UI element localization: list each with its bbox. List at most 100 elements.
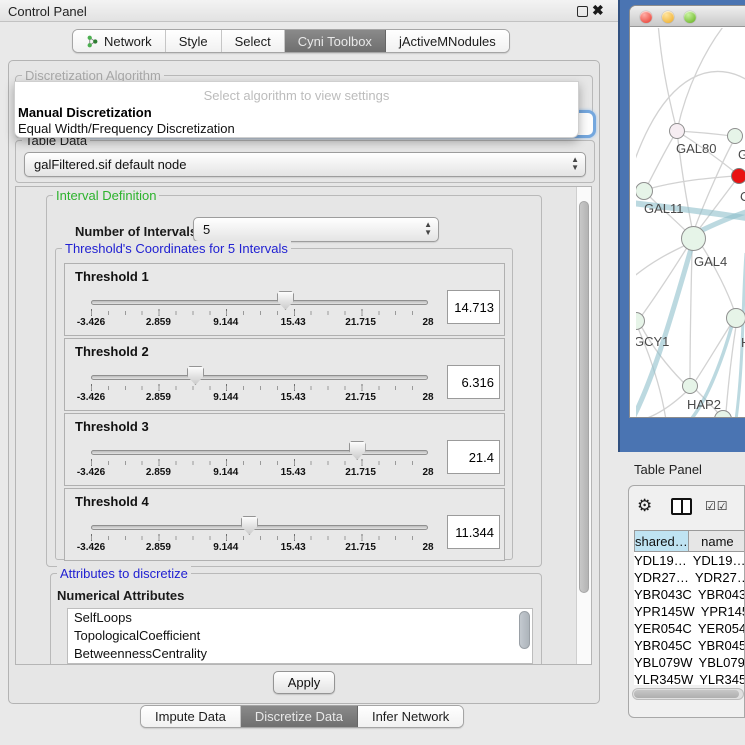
zoom-traffic-light[interactable] bbox=[684, 11, 696, 23]
node-hap2[interactable] bbox=[682, 378, 698, 394]
panel-title: Control Panel bbox=[8, 4, 87, 19]
tab-cyni-toolbox[interactable]: Cyni Toolbox bbox=[285, 30, 386, 52]
tab-infer-network[interactable]: Infer Network bbox=[358, 706, 463, 727]
checkbox-icons[interactable]: ☑☑ bbox=[705, 499, 729, 513]
columns-icon[interactable] bbox=[671, 498, 692, 515]
table-row[interactable]: YPR145WYPR145W bbox=[634, 603, 745, 620]
combo-arrows-icon: ▲▼ bbox=[424, 221, 432, 237]
right-region: GAL80 GA C GAL11 GAL4 GCY1 H HAP2 Table … bbox=[618, 0, 745, 745]
threshold-1-slider[interactable] bbox=[91, 300, 428, 305]
table-row[interactable]: YBL079WYBL079W bbox=[634, 654, 745, 671]
table-row[interactable]: YER054CYER054C bbox=[634, 620, 745, 637]
table-horizontal-scrollbar[interactable] bbox=[632, 688, 744, 700]
thresholds-group-title: Threshold's Coordinates for 5 Intervals bbox=[62, 241, 291, 256]
number-of-intervals-label: Number of Intervals bbox=[75, 224, 197, 239]
threshold-4-value-field[interactable]: 11.344 bbox=[447, 515, 500, 549]
node-gal80[interactable] bbox=[669, 123, 685, 139]
algorithm-dropdown-popup: Select algorithm to view settings Manual… bbox=[14, 81, 579, 138]
interval-definition-group: Interval Definition Number of Intervals … bbox=[46, 195, 542, 567]
node-label-hap2: HAP2 bbox=[687, 397, 721, 412]
table-row[interactable]: YDR27…YDR27… bbox=[634, 569, 745, 586]
threshold-4-slider-thumb[interactable] bbox=[241, 516, 258, 535]
interval-definition-title: Interval Definition bbox=[53, 188, 159, 203]
column-header-name[interactable]: name bbox=[689, 531, 745, 551]
threshold-1-panel: Threshold 1 -3.4262.8599.14415.4321.7152… bbox=[64, 263, 505, 336]
node-label-cut-red: C bbox=[740, 189, 745, 204]
numerical-attributes-label: Numerical Attributes bbox=[57, 588, 184, 603]
threshold-1-value-field[interactable]: 14.713 bbox=[447, 290, 500, 324]
settings-vertical-scrollbar[interactable] bbox=[576, 187, 591, 664]
threshold-2-panel: Threshold 2 -3.4262.8599.14415.4321.7152… bbox=[64, 338, 505, 411]
table-data-group: Table Data galFiltered.sif default node … bbox=[15, 140, 595, 183]
menu-item-manual-discretization[interactable]: Manual Discretization bbox=[18, 105, 152, 120]
apply-strip: Apply bbox=[9, 665, 599, 703]
network-icon bbox=[86, 35, 99, 48]
tab-style[interactable]: Style bbox=[166, 30, 222, 52]
tab-jactivemnodules[interactable]: jActiveMNodules bbox=[386, 30, 509, 52]
top-tab-bar: Network Style Select Cyni Toolbox jActiv… bbox=[72, 29, 510, 53]
close-traffic-light[interactable] bbox=[640, 11, 652, 23]
close-icon[interactable]: ✖ bbox=[592, 2, 604, 19]
threshold-3-slider-thumb[interactable] bbox=[349, 441, 366, 460]
numerical-attributes-list: SelfLoops TopologicalCoefficient Between… bbox=[67, 608, 533, 664]
number-of-intervals-value: 5 bbox=[203, 222, 210, 237]
combo-arrows-icon: ▲▼ bbox=[571, 156, 579, 172]
minimize-traffic-light[interactable] bbox=[662, 11, 674, 23]
table-panel-window: ⚙ ☑☑ shared… name YDL19…YDL19… YDR27…YDR… bbox=[628, 485, 745, 718]
table-row[interactable]: YLR345WYLR345W bbox=[634, 671, 745, 685]
node-top-right[interactable] bbox=[727, 128, 743, 144]
node-label-gal11: GAL11 bbox=[644, 201, 684, 216]
node-label-cut-right: H bbox=[741, 335, 745, 350]
list-item[interactable]: SelfLoops bbox=[68, 609, 532, 627]
list-scrollbar[interactable] bbox=[519, 611, 530, 649]
settings-scrollpane: Interval Definition Number of Intervals … bbox=[15, 186, 592, 665]
control-panel: Control Panel ✖ Network Style Select Cyn… bbox=[0, 0, 618, 745]
scrollbar-thumb[interactable] bbox=[634, 690, 739, 698]
threshold-1-slider-thumb[interactable] bbox=[277, 291, 294, 310]
threshold-3-value-field[interactable]: 21.4 bbox=[447, 440, 500, 474]
number-of-intervals-combobox[interactable]: 5 ▲▼ bbox=[193, 217, 439, 242]
node-red[interactable] bbox=[731, 168, 745, 184]
node-label-gcy1: GCY1 bbox=[636, 334, 669, 349]
node-label-gal80: GAL80 bbox=[676, 141, 716, 156]
cyni-toolbox-panel: Discretization Algorithm Select algorith… bbox=[8, 60, 600, 704]
network-edges bbox=[636, 28, 745, 418]
apply-button[interactable]: Apply bbox=[273, 671, 335, 694]
network-canvas[interactable]: GAL80 GA C GAL11 GAL4 GCY1 H HAP2 bbox=[636, 28, 745, 418]
thresholds-group: Threshold's Coordinates for 5 Intervals … bbox=[55, 248, 513, 560]
table-data-combobox[interactable]: galFiltered.sif default node ▲▼ bbox=[24, 152, 586, 177]
node-label-cut-top-right: GA bbox=[738, 147, 745, 162]
tab-select[interactable]: Select bbox=[222, 30, 285, 52]
algorithm-hint: Select algorithm to view settings bbox=[15, 88, 578, 103]
node-label-gal4: GAL4 bbox=[694, 254, 727, 269]
tab-discretize-data[interactable]: Discretize Data bbox=[241, 706, 358, 727]
table-row[interactable]: YBR045CYBR045C bbox=[634, 637, 745, 654]
node-right[interactable] bbox=[726, 308, 745, 328]
table-toolbar: ⚙ ☑☑ bbox=[629, 486, 744, 528]
gear-icon[interactable]: ⚙ bbox=[637, 496, 652, 516]
threshold-2-slider[interactable] bbox=[91, 375, 428, 380]
network-window: GAL80 GA C GAL11 GAL4 GCY1 H HAP2 bbox=[629, 5, 745, 418]
table-panel-title: Table Panel bbox=[634, 462, 702, 477]
list-item[interactable]: BetweennessCentrality bbox=[68, 645, 532, 663]
float-window-icon[interactable] bbox=[577, 6, 588, 17]
threshold-4-slider[interactable] bbox=[91, 525, 428, 530]
network-window-titlebar[interactable] bbox=[630, 6, 745, 27]
threshold-2-slider-thumb[interactable] bbox=[187, 366, 204, 385]
column-header-shared-name[interactable]: shared… bbox=[634, 531, 689, 551]
attributes-group-title: Attributes to discretize bbox=[57, 566, 191, 581]
table-row[interactable]: YDL19…YDL19… bbox=[634, 552, 745, 569]
threshold-4-panel: Threshold 4 -3.4262.8599.14415.4321.7152… bbox=[64, 488, 505, 561]
scrollbar-thumb[interactable] bbox=[579, 201, 589, 593]
list-item[interactable]: TopologicalCoefficient bbox=[68, 627, 532, 645]
threshold-2-value-field[interactable]: 6.316 bbox=[447, 365, 500, 399]
control-panel-titlebar: Control Panel ✖ bbox=[0, 0, 618, 22]
network-window-frame: GAL80 GA C GAL11 GAL4 GCY1 H HAP2 bbox=[618, 0, 745, 452]
table-row[interactable]: YBR043CYBR043C bbox=[634, 586, 745, 603]
tab-network[interactable]: Network bbox=[73, 30, 166, 52]
node-gal4[interactable] bbox=[681, 226, 706, 251]
menu-item-equal-width-frequency[interactable]: Equal Width/Frequency Discretization bbox=[18, 121, 235, 136]
node-table: shared… name YDL19…YDL19… YDR27…YDR27… Y… bbox=[634, 530, 745, 685]
tab-impute-data[interactable]: Impute Data bbox=[141, 706, 241, 727]
threshold-3-slider[interactable] bbox=[91, 450, 428, 455]
